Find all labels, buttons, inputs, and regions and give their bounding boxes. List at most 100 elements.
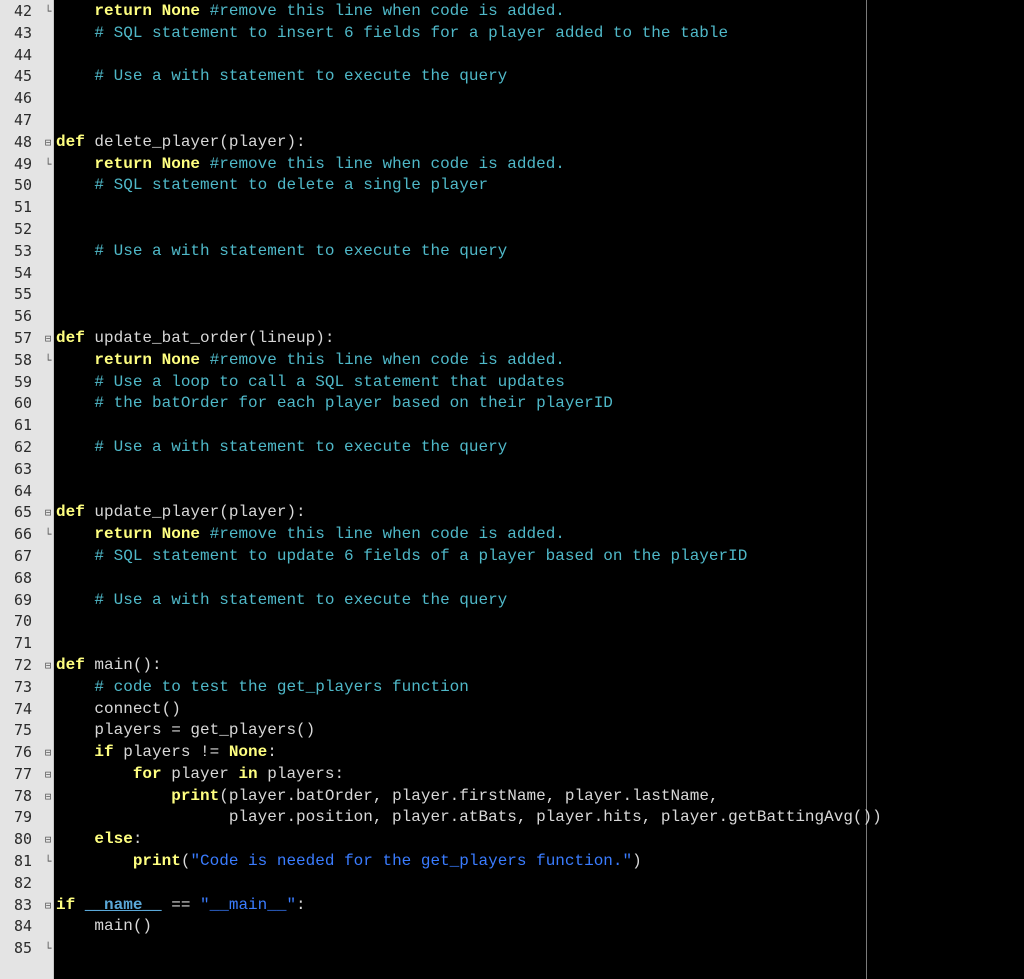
code-text[interactable]: if players != None:: [56, 742, 276, 764]
code-editor[interactable]: 42 └ return None #remove this line when c…: [0, 0, 1024, 979]
code-text[interactable]: def update_bat_order(lineup):: [56, 328, 334, 350]
code-line[interactable]: 63: [0, 459, 1024, 481]
code-text[interactable]: # Use a loop to call a SQL statement tha…: [56, 372, 565, 394]
code-token: player.position, player.atBats, player.h…: [228, 808, 882, 827]
comment-token: # Use a loop to call a SQL statement tha…: [94, 372, 565, 391]
code-text[interactable]: # the batOrder for each player based on …: [56, 393, 612, 415]
code-line[interactable]: 82: [0, 873, 1024, 895]
code-text[interactable]: def main():: [56, 655, 162, 677]
code-line[interactable]: 79 player.position, player.atBats, playe…: [0, 807, 1024, 829]
code-line[interactable]: 75 players = get_players(): [0, 720, 1024, 742]
code-line[interactable]: 52: [0, 219, 1024, 241]
fold-toggle-icon[interactable]: ⊟: [42, 829, 54, 851]
code-line[interactable]: 76 ⊟ if players != None:: [0, 742, 1024, 764]
code-line[interactable]: 67 # SQL statement to update 6 fields of…: [0, 546, 1024, 568]
code-line[interactable]: 83 ⊟ if __name__ == "__main__":: [0, 895, 1024, 917]
code-text[interactable]: print(player.batOrder, player.firstName,…: [56, 786, 718, 808]
code-text[interactable]: # Use a with statement to execute the qu…: [56, 590, 507, 612]
code-line[interactable]: 45 # Use a with statement to execute the…: [0, 66, 1024, 88]
code-line[interactable]: 59 # Use a loop to call a SQL statement …: [0, 372, 1024, 394]
keyword-token: in: [238, 764, 258, 783]
code-text[interactable]: return None #remove this line when code …: [56, 524, 565, 546]
code-line[interactable]: 43 # SQL statement to insert 6 fields fo…: [0, 23, 1024, 45]
code-line[interactable]: 71: [0, 633, 1024, 655]
code-text[interactable]: return None #remove this line when code …: [56, 1, 565, 23]
code-line[interactable]: 48 ⊟ def delete_player(player):: [0, 132, 1024, 154]
fold-toggle-icon[interactable]: ⊟: [42, 895, 54, 917]
fold-toggle-icon[interactable]: ⊟: [42, 786, 54, 808]
keyword-token: def: [56, 503, 85, 522]
code-line[interactable]: 54: [0, 263, 1024, 285]
code-line[interactable]: 49 └ return None #remove this line when c…: [0, 154, 1024, 176]
code-line[interactable]: 50 # SQL statement to delete a single pl…: [0, 175, 1024, 197]
code-text[interactable]: # SQL statement to insert 6 fields for a…: [56, 23, 728, 45]
code-line[interactable]: 85 └: [0, 938, 1024, 960]
keyword-token: def: [56, 132, 85, 151]
code-line[interactable]: 68: [0, 568, 1024, 590]
code-line[interactable]: 78 ⊟ print(player.batOrder, player.firstN…: [0, 786, 1024, 808]
code-text[interactable]: for player in players:: [56, 764, 344, 786]
code-line[interactable]: 57 ⊟ def update_bat_order(lineup):: [0, 328, 1024, 350]
code-text[interactable]: print("Code is needed for the get_player…: [56, 851, 642, 873]
line-number: 62: [13, 437, 32, 456]
code-line[interactable]: 42 └ return None #remove this line when c…: [0, 1, 1024, 23]
code-text[interactable]: def update_player(player):: [56, 502, 306, 524]
code-line[interactable]: 62 # Use a with statement to execute the…: [0, 437, 1024, 459]
code-line[interactable]: 58 └ return None #remove this line when c…: [0, 350, 1024, 372]
code-line[interactable]: 51: [0, 197, 1024, 219]
code-line[interactable]: 56: [0, 306, 1024, 328]
code-line[interactable]: 53 # Use a with statement to execute the…: [0, 241, 1024, 263]
code-text[interactable]: # Use a with statement to execute the qu…: [56, 66, 507, 88]
code-line[interactable]: 69 # Use a with statement to execute the…: [0, 590, 1024, 612]
code-text[interactable]: # Use a with statement to execute the qu…: [56, 437, 507, 459]
code-line[interactable]: 61: [0, 415, 1024, 437]
code-text[interactable]: else:: [56, 829, 142, 851]
code-line[interactable]: 80 ⊟ else:: [0, 829, 1024, 851]
code-line[interactable]: 81 └ print("Code is needed for the get_pl…: [0, 851, 1024, 873]
code-text[interactable]: connect(): [56, 699, 180, 721]
code-line[interactable]: 70: [0, 611, 1024, 633]
fold-toggle-icon[interactable]: ⊟: [42, 742, 54, 764]
code-line[interactable]: 84 main(): [0, 916, 1024, 938]
code-text[interactable]: def delete_player(player):: [56, 132, 306, 154]
code-lines[interactable]: 42 └ return None #remove this line when c…: [0, 1, 1024, 960]
code-text[interactable]: # code to test the get_players function: [56, 677, 468, 699]
code-line[interactable]: 46: [0, 88, 1024, 110]
line-number: 69: [13, 590, 32, 609]
code-line[interactable]: 72 ⊟ def main():: [0, 655, 1024, 677]
code-text[interactable]: player.position, player.atBats, player.h…: [56, 807, 882, 829]
comment-token: #remove this line when code is added.: [209, 2, 565, 20]
code-text[interactable]: # SQL statement to update 6 fields of a …: [56, 546, 747, 568]
fold-toggle-icon[interactable]: ⊟: [42, 328, 54, 350]
code-text[interactable]: return None #remove this line when code …: [56, 350, 565, 372]
code-text[interactable]: players = get_players(): [56, 720, 315, 742]
code-text[interactable]: # SQL statement to delete a single playe…: [56, 175, 488, 197]
fold-toggle-icon[interactable]: ⊟: [42, 502, 54, 524]
fold-end-icon: └: [44, 353, 52, 367]
fold-toggle-icon[interactable]: ⊟: [42, 764, 54, 786]
code-line[interactable]: 74 connect(): [0, 699, 1024, 721]
line-number: 81: [13, 852, 32, 871]
code-line[interactable]: 47: [0, 110, 1024, 132]
fold-toggle-icon[interactable]: ⊟: [42, 655, 54, 677]
code-text[interactable]: main(): [56, 916, 152, 938]
code-line[interactable]: 65 ⊟ def update_player(player):: [0, 502, 1024, 524]
code-text[interactable]: if __name__ == "__main__":: [56, 895, 306, 917]
fold-toggle-icon[interactable]: ⊟: [42, 132, 54, 154]
comment-token: # Use a with statement to execute the qu…: [94, 67, 508, 86]
line-number: 65: [13, 503, 32, 522]
code-line[interactable]: 44: [0, 45, 1024, 67]
line-number: 46: [13, 89, 32, 108]
code-line[interactable]: 55: [0, 284, 1024, 306]
code-text[interactable]: return None #remove this line when code …: [56, 154, 565, 176]
line-number: 57: [13, 328, 32, 347]
code-line[interactable]: 77 ⊟ for player in players:: [0, 764, 1024, 786]
line-number: 64: [13, 481, 32, 500]
code-line[interactable]: 64: [0, 481, 1024, 503]
code-text[interactable]: # Use a with statement to execute the qu…: [56, 241, 507, 263]
code-line[interactable]: 60 # the batOrder for each player based …: [0, 393, 1024, 415]
code-line[interactable]: 66 └ return None #remove this line when c…: [0, 524, 1024, 546]
code-line[interactable]: 73 # code to test the get_players functi…: [0, 677, 1024, 699]
